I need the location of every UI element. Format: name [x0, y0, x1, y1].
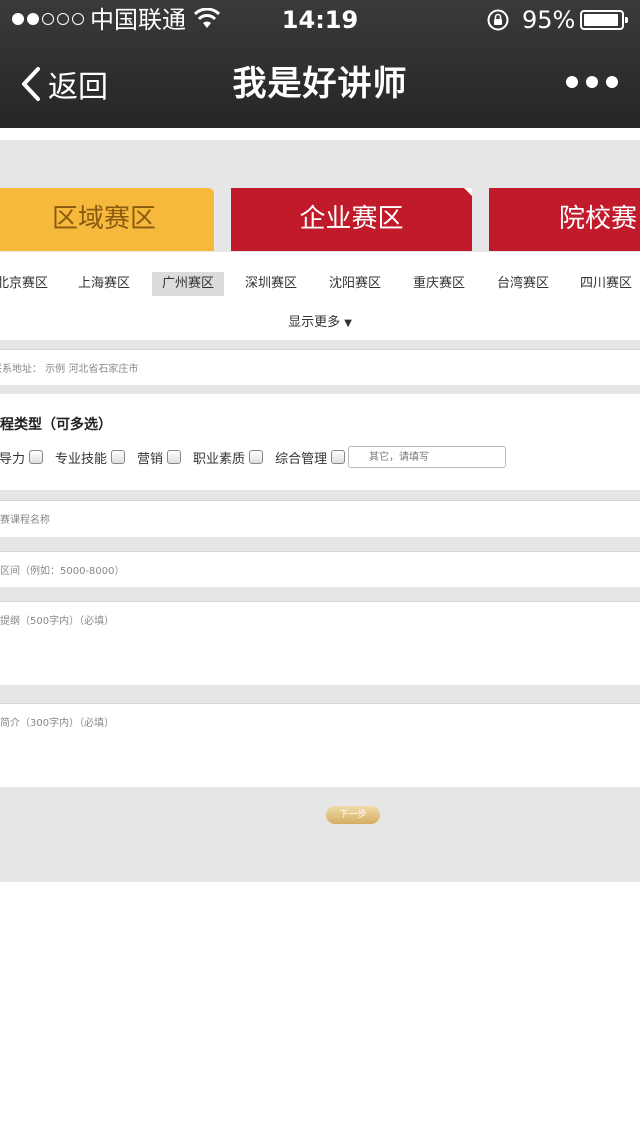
course-type-options: 领导力 专业技能 营销 职业素质 综合管理: [0, 446, 357, 468]
separator: [0, 385, 640, 394]
option-skills-checkbox[interactable]: [111, 450, 126, 464]
course-name-field[interactable]: 参赛课程名称: [0, 500, 640, 538]
fee-range-placeholder: 课酬区间（例如：5000-8000）: [0, 566, 125, 577]
separator: [0, 537, 640, 551]
fee-range-field[interactable]: 课酬区间（例如：5000-8000）: [0, 551, 640, 588]
battery-percent: 95%: [522, 6, 576, 34]
option-management-checkbox[interactable]: [331, 450, 346, 464]
separator: [0, 587, 640, 601]
rotation-lock-icon: [487, 9, 509, 31]
more-options-icon[interactable]: [566, 76, 618, 88]
city-item-beijing[interactable]: 北京赛区: [0, 272, 48, 296]
tab-region[interactable]: 区域赛区: [0, 188, 214, 251]
address-field[interactable]: 联系地址： 示例 河北省石家庄市: [0, 349, 640, 386]
page-title: 我是好讲师: [232, 64, 408, 104]
bio-placeholder: 个人简介（300字内）（必填）: [0, 718, 115, 729]
option-management-label: 综合管理: [275, 451, 328, 467]
status-bar: 中国联通 14:19 95%: [0, 0, 640, 40]
city-item-shenyang[interactable]: 沈阳赛区: [329, 272, 381, 296]
city-item-guangzhou[interactable]: 广州赛区: [152, 272, 225, 296]
course-name-placeholder: 参赛课程名称: [0, 515, 50, 526]
course-type-title: 课程类型（可多选）: [0, 417, 112, 433]
option-leadership-checkbox[interactable]: [29, 450, 44, 464]
bio-field[interactable]: 个人简介（300字内）（必填）: [0, 703, 640, 788]
city-item-sichuan[interactable]: 四川赛区: [580, 272, 632, 296]
show-more-label: 显示更多: [288, 315, 341, 330]
city-item-taiwan[interactable]: 台湾赛区: [497, 272, 549, 296]
tab-college[interactable]: 院校赛区: [489, 188, 640, 297]
next-step-button[interactable]: 下一步: [326, 806, 380, 824]
city-item-shanghai[interactable]: 上海赛区: [78, 272, 130, 296]
caret-down-icon: ▼: [344, 318, 352, 329]
battery-icon: [580, 10, 628, 30]
other-course-type-input[interactable]: [348, 446, 506, 468]
separator: [0, 340, 640, 349]
tab-enterprise[interactable]: 企业赛区: [231, 188, 472, 251]
separator: [0, 685, 640, 703]
separator: [0, 490, 640, 500]
option-skills-label: 专业技能: [55, 451, 108, 467]
option-leadership-label: 领导力: [0, 451, 26, 467]
option-marketing-checkbox[interactable]: [167, 450, 182, 464]
footer-band: [0, 787, 640, 882]
option-quality-checkbox[interactable]: [249, 450, 264, 464]
city-item-chongqing[interactable]: 重庆赛区: [413, 272, 465, 296]
outline-placeholder: 课程提纲（500字内）（必填）: [0, 616, 115, 627]
top-bar: 中国联通 14:19 95% 返回 我是好讲师: [0, 0, 640, 128]
outline-field[interactable]: 课程提纲（500字内）（必填）: [0, 601, 640, 686]
option-marketing-label: 营销: [137, 451, 164, 467]
option-quality-label: 职业素质: [193, 451, 246, 467]
address-placeholder: 联系地址： 示例 河北省石家庄市: [0, 364, 139, 375]
show-more-button[interactable]: 显示更多 ▼: [0, 311, 640, 330]
city-item-shenzhen[interactable]: 深圳赛区: [245, 272, 297, 296]
